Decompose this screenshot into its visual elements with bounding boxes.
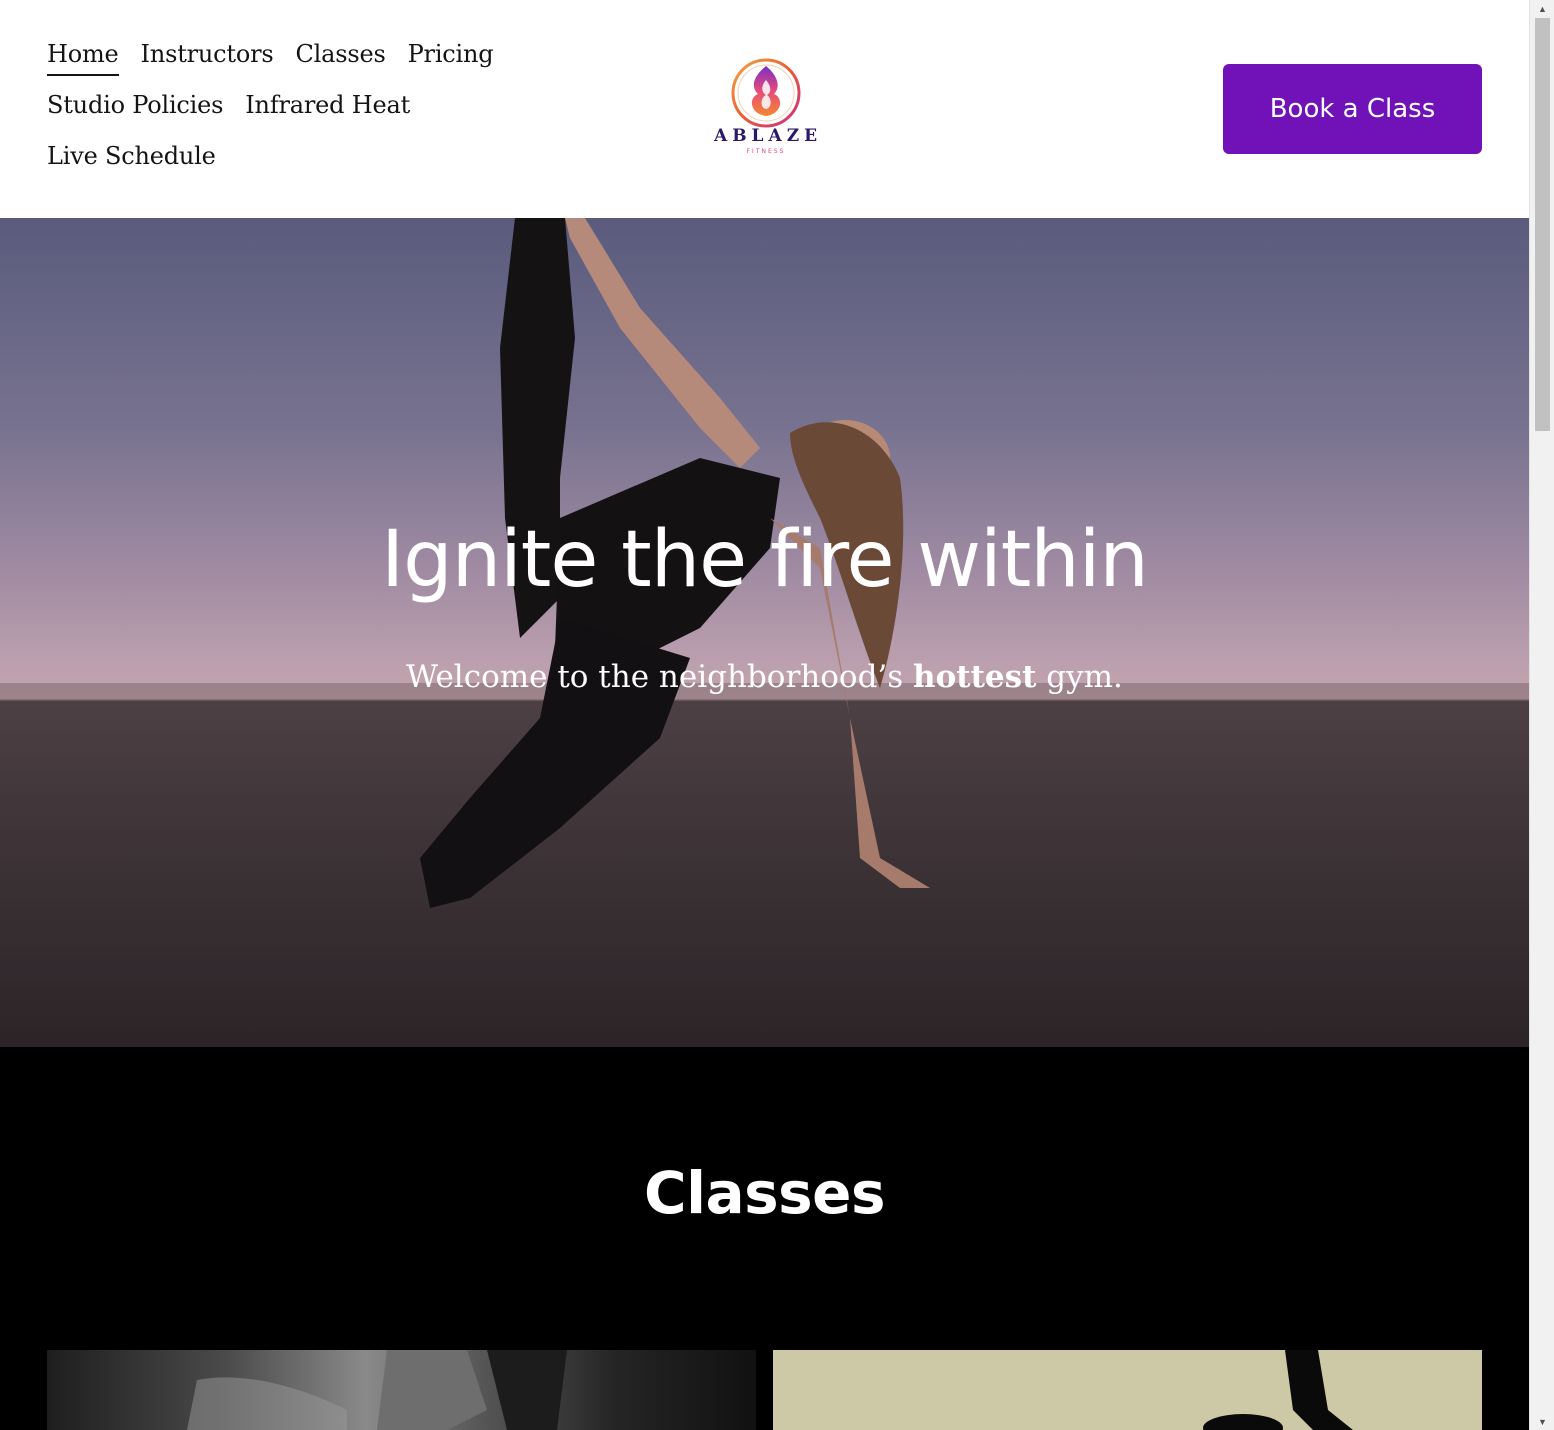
nav-row-3: Live Schedule	[47, 142, 497, 193]
nav-row-2: Studio Policies Infrared Heat	[47, 91, 497, 142]
class-card-image-1[interactable]	[47, 1350, 756, 1430]
logo-flame-icon	[731, 58, 801, 128]
book-a-class-button[interactable]: Book a Class	[1223, 64, 1482, 154]
nav-link-classes[interactable]: Classes	[296, 40, 386, 74]
main-nav: Home Instructors Classes Pricing Studio …	[47, 40, 497, 193]
classes-section: Classes	[0, 1047, 1529, 1430]
hero-subtitle: Welcome to the neighborhood’s hottest gy…	[0, 659, 1529, 695]
hero-subtitle-before: Welcome to the neighborhood’s	[406, 658, 914, 695]
class-card-image-2[interactable]	[773, 1350, 1482, 1430]
classes-heading: Classes	[644, 1159, 886, 1227]
site-logo[interactable]: ABLAZE FITNESS	[714, 56, 818, 160]
nav-link-home[interactable]: Home	[47, 40, 119, 76]
triangle-up-icon[interactable]: ▲	[1530, 0, 1554, 17]
hero-content: Ignite the fire within Welcome to the ne…	[0, 515, 1529, 695]
hero-title: Ignite the fire within	[381, 515, 1149, 605]
triangle-down-icon[interactable]: ▼	[1530, 1413, 1554, 1430]
nav-link-pricing[interactable]: Pricing	[408, 40, 494, 74]
nav-link-instructors[interactable]: Instructors	[141, 40, 274, 74]
nav-link-studio-policies[interactable]: Studio Policies	[47, 91, 223, 125]
hero-subtitle-bold: hottest	[913, 658, 1037, 695]
hero-section: Ignite the fire within Welcome to the ne…	[0, 218, 1529, 1047]
class-card-1-photo	[187, 1350, 567, 1430]
logo-wordmark: ABLAZE	[714, 126, 823, 146]
site-header: Home Instructors Classes Pricing Studio …	[0, 0, 1529, 218]
vertical-scrollbar[interactable]: ▲ ▼	[1529, 0, 1554, 1430]
nav-link-live-schedule[interactable]: Live Schedule	[47, 142, 216, 176]
hero-subtitle-after: gym.	[1036, 658, 1123, 695]
class-card-2-photo	[1203, 1350, 1353, 1430]
nav-row-1: Home Instructors Classes Pricing	[47, 40, 497, 91]
page: Home Instructors Classes Pricing Studio …	[0, 0, 1529, 1430]
logo-subtitle: FITNESS	[746, 148, 786, 155]
scrollbar-thumb[interactable]	[1535, 18, 1550, 431]
nav-link-infrared-heat[interactable]: Infrared Heat	[245, 91, 410, 125]
